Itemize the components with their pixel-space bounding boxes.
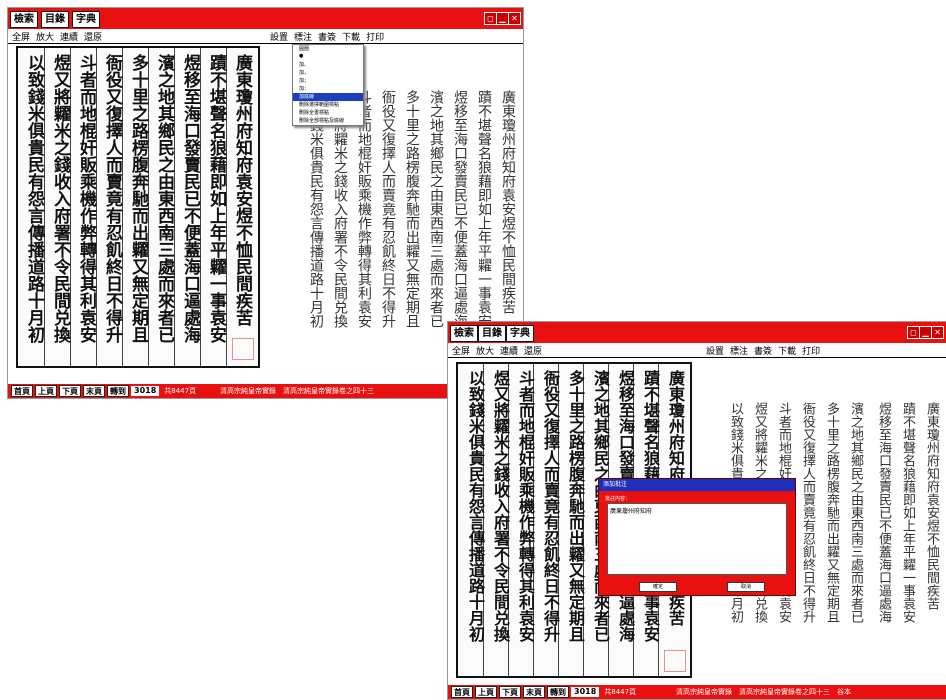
settings-menu[interactable]: 設置 (270, 30, 288, 43)
goto-button[interactable]: 轉到 (107, 385, 129, 397)
last-page-button[interactable]: 末頁 (523, 686, 545, 698)
menu-item-delete-range[interactable]: 刪除選擇範圍標點 (293, 101, 363, 109)
ok-button[interactable]: 確定 (639, 582, 677, 592)
annotate-menu[interactable]: 標注 (730, 344, 748, 357)
zoom-menu[interactable]: 放大 (36, 30, 54, 43)
text-column-4: 濱之地其鄉民之由東西南三處而來者已 (848, 402, 863, 623)
book-title: 清高宗純皇帝實錄 清高宗純皇帝實錄卷之四十三 (220, 387, 374, 395)
text-column-2: 蹟不堪聲名狼藉即如上年平糶一事袁安 (476, 90, 492, 328)
last-page-button[interactable]: 末頁 (83, 385, 105, 397)
next-page-button[interactable]: 下頁 (499, 686, 521, 698)
dictionary-button[interactable]: 字典 (506, 325, 534, 342)
text-column-4: 濱之地其鄉民之由東西南三處而來者已 (428, 90, 444, 328)
toolbar-divider (448, 357, 946, 358)
menu-item-delete-book[interactable]: 刪除全書標點 (293, 109, 363, 117)
restore-menu[interactable]: 還原 (524, 344, 542, 357)
book-title: 清高宗純皇帝實錄 清高宗純皇帝實錄卷之四十三 谷本 (676, 688, 851, 696)
catalog-button[interactable]: 目錄 (41, 11, 69, 28)
menu-item-add-underline[interactable]: 加底線 (293, 93, 363, 101)
annotation-content-label: 批註內容： (605, 496, 631, 502)
bookmark-menu[interactable]: 書簽 (754, 344, 772, 357)
scan-column-5: 多十里之路楞腹奔馳而出糶又無定期且 (566, 370, 585, 642)
scan-column-4: 濱之地其鄉民之由東西南三處而來者已 (154, 54, 174, 343)
fullscreen-menu[interactable]: 全屏 (452, 344, 470, 357)
add-annotation-dialog: 添加批注 批註內容： 廣東瓊州府知府 確定 取消 (598, 478, 796, 596)
print-menu[interactable]: 打印 (802, 344, 820, 357)
print-menu[interactable]: 打印 (366, 30, 384, 43)
text-column-3: 煜移至海口發賣民已不便蓋海口逼處海 (452, 90, 468, 328)
scan-column-7: 斗者而地棍奸販乘機作弊轉得其利袁安 (76, 54, 96, 343)
settings-menu[interactable]: 設置 (706, 344, 724, 357)
menu-item-add-semicolon[interactable]: 加； (293, 77, 363, 85)
next-page-button[interactable]: 下頁 (59, 385, 81, 397)
text-column-6: 衙役又復擇人而賣竟有忍飢終日不得升 (800, 402, 815, 623)
continuous-menu[interactable]: 連續 (60, 30, 78, 43)
total-pages: 共8447頁 (604, 688, 637, 696)
first-page-button[interactable]: 首頁 (451, 686, 473, 698)
scan-column-6: 衙役又復擇人而賣竟有忍飢終日不得升 (541, 370, 560, 642)
cancel-button[interactable]: 取消 (727, 582, 765, 592)
title-bar: 檢索 目錄 字典 ◻ ▁ ✕ (8, 8, 523, 29)
download-menu[interactable]: 下載 (342, 30, 360, 43)
scan-column-9: 以致錢米俱貴民有怨言傳播道路十月初 (24, 54, 44, 343)
catalog-button[interactable]: 目錄 (478, 325, 506, 342)
continuous-menu[interactable]: 連續 (500, 344, 518, 357)
total-pages: 共8447頁 (164, 387, 197, 395)
scan-column-8: 煜又將糶米之錢收入府署不令民間兑換 (491, 370, 510, 642)
goto-button[interactable]: 轉到 (547, 686, 569, 698)
text-column-2: 蹟不堪聲名狼藉即如上年平糶一事袁安 (900, 402, 915, 623)
scan-column-2: 蹟不堪聲名狼藉即如上年平糶一事袁安 (206, 54, 226, 343)
text-column-5: 多十里之路楞腹奔馳而出糶又無定期且 (824, 402, 839, 623)
dictionary-button[interactable]: 字典 (72, 11, 100, 28)
search-button[interactable]: 檢索 (450, 325, 478, 342)
dialog-title: 添加批注 (599, 479, 795, 491)
annotate-menu[interactable]: 標注 (294, 30, 312, 43)
scan-column-1: 廣東瓊州府知府袁安煜不恤民間疾苦 (232, 54, 252, 326)
menu-item-add-dun[interactable]: 加、 (293, 61, 363, 69)
menu-item-add-colon[interactable]: 加： (293, 85, 363, 93)
search-button[interactable]: 檢索 (10, 11, 38, 28)
scan-column-8: 煜又將糶米之錢收入府署不令民間兑換 (50, 54, 70, 343)
menu-item-delete-all[interactable]: 刪除全部標點及底線 (293, 117, 363, 125)
title-bar: 檢索 目錄 字典 ◻ ▁ ✕ (448, 322, 946, 343)
prev-page-button[interactable]: 上頁 (475, 686, 497, 698)
scanned-page-image[interactable]: 廣東瓊州府知府袁安煜不恤民間疾苦 蹟不堪聲名狼藉即如上年平糶一事袁安 煜移至海口… (16, 46, 260, 368)
scan-column-9: 以致錢米俱貴民有怨言傳播道路十月初 (466, 370, 485, 642)
annotation-dropdown: 圓圈 ● 加、 加， 加； 加： 加底線 刪除選擇範圍標點 刪除全書標點 刪除全… (292, 44, 364, 126)
fullscreen-menu[interactable]: 全屏 (12, 30, 30, 43)
page-number-input[interactable]: 3018 (571, 687, 600, 697)
seal-stamp (664, 650, 686, 672)
bookmark-menu[interactable]: 書簽 (318, 30, 336, 43)
text-toolbar: 設置 標注 書簽 下載 打印 (266, 29, 384, 43)
menu-item-dot[interactable]: ● (293, 53, 363, 61)
scan-column-3: 煜移至海口發賣民已不便蓋海口逼處海 (180, 54, 200, 343)
text-column-6: 衙役又復擇人而賣竟有忍飢終日不得升 (380, 90, 396, 328)
toolbar-divider (8, 43, 523, 44)
scan-column-7: 斗者而地棍奸販乘機作弊轉得其利袁安 (516, 370, 535, 642)
first-page-button[interactable]: 首頁 (11, 385, 33, 397)
prev-page-button[interactable]: 上頁 (35, 385, 57, 397)
text-column-1: 廣東瓊州府知府袁安煜不恤民間疾苦 (500, 90, 516, 314)
reader-window-2: 檢索 目錄 字典 ◻ ▁ ✕ 全屏 放大 連續 還原 設置 標注 書簽 下載 打… (447, 321, 946, 700)
download-menu[interactable]: 下載 (778, 344, 796, 357)
seal-stamp (232, 338, 254, 360)
page-number-input[interactable]: 3018 (131, 386, 160, 396)
text-column-5: 多十里之路楞腹奔馳而出糶又無定期且 (404, 90, 420, 328)
image-toolbar: 全屏 放大 連續 還原 (8, 29, 102, 43)
image-toolbar: 全屏 放大 連續 還原 (448, 343, 542, 357)
restore-menu[interactable]: 還原 (84, 30, 102, 43)
menu-item-circle[interactable]: 圓圈 (293, 45, 363, 53)
scan-column-5: 多十里之路楞腹奔馳而出糶又無定期且 (128, 54, 148, 343)
zoom-menu[interactable]: 放大 (476, 344, 494, 357)
annotation-content-textarea[interactable]: 廣東瓊州府知府 (607, 503, 787, 575)
text-column-1: 廣東瓊州府知府袁安煜不恤民間疾苦 (924, 402, 939, 610)
close-icon[interactable]: ✕ (931, 326, 944, 339)
menu-item-add-comma[interactable]: 加， (293, 69, 363, 77)
text-column-3: 煜移至海口發賣民已不便蓋海口逼處海 (876, 402, 891, 623)
text-toolbar: 設置 標注 書簽 下載 打印 (702, 343, 820, 357)
scan-column-6: 衙役又復擇人而賣竟有忍飢終日不得升 (102, 54, 122, 343)
close-icon[interactable]: ✕ (508, 12, 521, 25)
